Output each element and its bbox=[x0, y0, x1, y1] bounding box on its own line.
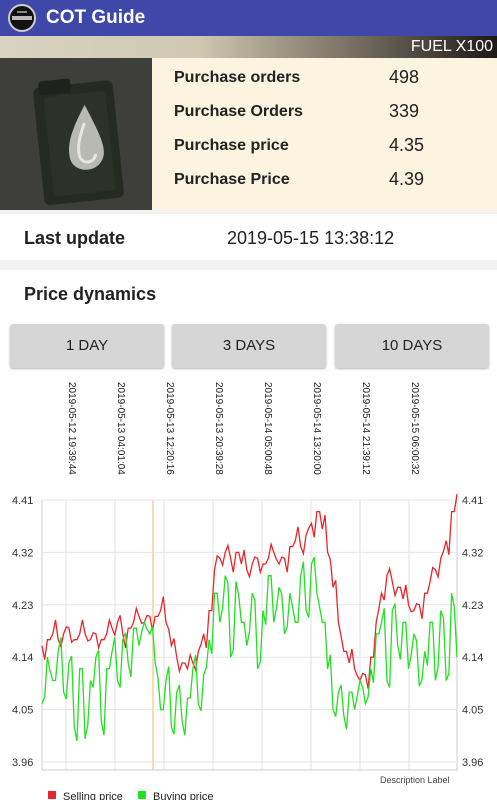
range-1-day-button[interactable]: 1 DAY bbox=[10, 324, 164, 368]
x-tick-label: 2019-05-14 13:20:00 bbox=[311, 382, 322, 475]
y-tick-label-right: 4.23 bbox=[462, 600, 483, 612]
series-line-buying bbox=[41, 556, 458, 742]
price-chart[interactable]: 2019-05-12 19:39:44 2019-05-13 04:01:04 20… bbox=[0, 370, 497, 800]
legend-label: Selling price bbox=[63, 791, 123, 800]
item-image bbox=[0, 58, 152, 210]
x-tick-label: 2019-05-13 12:20:16 bbox=[164, 382, 175, 475]
purchase-price-label: Purchase price bbox=[174, 137, 289, 154]
purchase-orders-value-2: 339 bbox=[389, 101, 420, 121]
y-tick-label-left: 4.41 bbox=[12, 495, 33, 507]
x-tick-label: 2019-05-12 19:39:44 bbox=[66, 382, 77, 475]
purchase-orders-label-2: Purchase Orders bbox=[174, 103, 303, 120]
x-tick-label: 2019-05-14 21:39:12 bbox=[360, 382, 371, 475]
y-tick-label-left: 3.96 bbox=[12, 757, 33, 769]
legend-swatch bbox=[48, 791, 56, 799]
item-summary: Purchase orders 498 Purchase Orders 339 … bbox=[0, 58, 497, 210]
x-tick-label: 2019-05-14 05:00:48 bbox=[262, 382, 273, 475]
purchase-orders-value: 498 bbox=[389, 67, 420, 87]
last-update-value: 2019-05-15 13:38:12 bbox=[227, 228, 395, 248]
y-tick-label-left: 4.32 bbox=[12, 547, 33, 559]
legend-label: Buying price bbox=[153, 791, 214, 800]
chart-description-label: Description Label bbox=[380, 775, 450, 785]
last-update-card: Last update 2019-05-15 13:38:12 bbox=[0, 214, 497, 260]
legend-swatch bbox=[138, 791, 146, 799]
item-name: FUEL X100 bbox=[410, 38, 493, 55]
range-3-days-button[interactable]: 3 DAYS bbox=[172, 324, 326, 368]
purchase-price-value-2: 4.39 bbox=[389, 169, 425, 189]
x-tick-label: 2019-05-13 04:01:04 bbox=[115, 382, 126, 475]
y-tick-label-left: 4.14 bbox=[12, 652, 33, 664]
last-update-label: Last update bbox=[24, 228, 126, 248]
app-logo bbox=[8, 4, 36, 32]
purchase-orders-label: Purchase orders bbox=[174, 69, 301, 86]
series-line-selling bbox=[41, 494, 458, 689]
range-10-days-button[interactable]: 10 DAYS bbox=[335, 324, 489, 368]
y-tick-label-left: 4.05 bbox=[12, 705, 33, 717]
y-tick-label-right: 4.05 bbox=[462, 705, 483, 717]
app-bar: COT Guide bbox=[0, 0, 497, 36]
y-tick-label-right: 4.32 bbox=[462, 547, 483, 559]
item-banner: FUEL X100 bbox=[0, 36, 497, 58]
purchase-price-label-2: Purchase Price bbox=[174, 171, 290, 188]
y-tick-label-right: 4.14 bbox=[462, 652, 483, 664]
app-title: COT Guide bbox=[46, 7, 146, 28]
price-dynamics-title: Price dynamics bbox=[24, 284, 157, 304]
y-tick-label-left: 4.23 bbox=[12, 600, 33, 612]
y-tick-label-right: 4.41 bbox=[462, 495, 483, 507]
x-tick-label: 2019-05-13 20:39:28 bbox=[213, 382, 224, 475]
y-tick-label-right: 3.96 bbox=[462, 757, 483, 769]
x-tick-label: 2019-05-15 06:00:32 bbox=[409, 382, 420, 475]
purchase-price-value: 4.35 bbox=[389, 135, 425, 155]
